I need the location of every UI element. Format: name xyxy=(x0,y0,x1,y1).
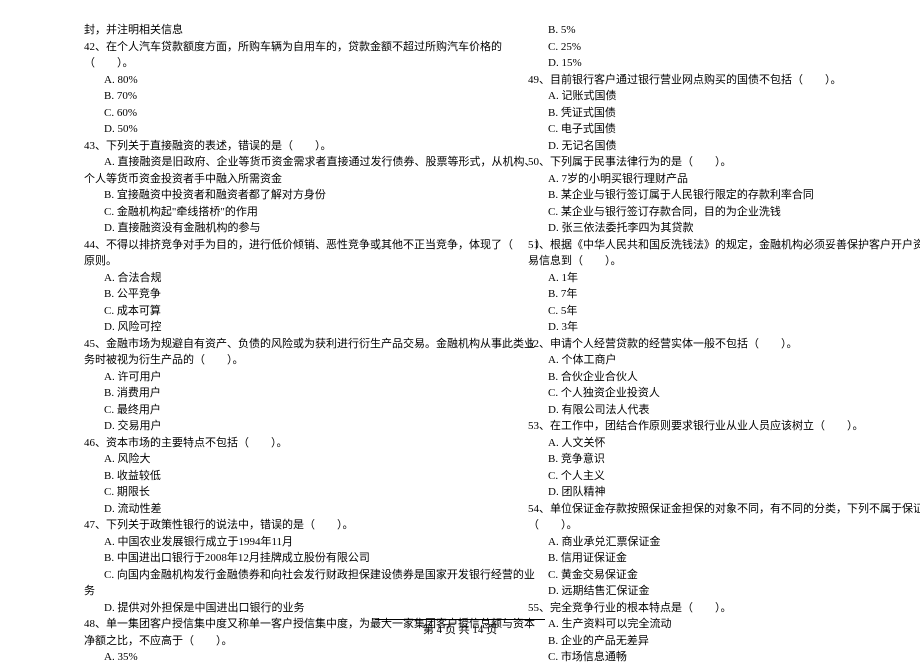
question-43: 43、下列关于直接融资的表述，错误的是（ ）。 xyxy=(28,138,448,155)
option: A. 人文关怀 xyxy=(472,435,892,452)
option: B. 合伙企业合伙人 xyxy=(472,369,892,386)
option: D. 3年 xyxy=(472,319,892,336)
option: C. 成本可算 xyxy=(28,303,448,320)
option: B. 信用证保证金 xyxy=(472,550,892,567)
question-55: 55、完全竞争行业的根本特点是（ ）。 xyxy=(472,600,892,617)
option: C. 黄金交易保证金 xyxy=(472,567,892,584)
right-column: B. 5% C. 25% D. 15% 49、目前银行客户通过银行营业网点购买的… xyxy=(472,22,892,666)
option: B. 5% xyxy=(472,22,892,39)
option: D. 团队精神 xyxy=(472,484,892,501)
option: D. 远期结售汇保证金 xyxy=(472,583,892,600)
option: B. 某企业与银行签订属于人民银行限定的存款利率合同 xyxy=(472,187,892,204)
option: A. 80% xyxy=(28,72,448,89)
option: C. 5年 xyxy=(472,303,892,320)
option: C. 期限长 xyxy=(28,484,448,501)
question-51-wrap: 易信息到（ ）。 xyxy=(472,253,892,270)
option: A. 记账式国债 xyxy=(472,88,892,105)
option: D. 15% xyxy=(472,55,892,72)
question-49: 49、目前银行客户通过银行营业网点购买的国债不包括（ ）。 xyxy=(472,72,892,89)
option: D. 流动性差 xyxy=(28,501,448,518)
option: D. 50% xyxy=(28,121,448,138)
question-53: 53、在工作中，团结合作原则要求银行业从业人员应该树立（ ）。 xyxy=(472,418,892,435)
option: C. 向国内金融机构发行金融债券和向社会发行财政担保建设债券是国家开发银行经营的… xyxy=(28,567,448,584)
option: D. 直接融资没有金融机构的参与 xyxy=(28,220,448,237)
option: C. 个人独资企业投资人 xyxy=(472,385,892,402)
option: B. 宜接融资中投资者和融资者都了解对方身份 xyxy=(28,187,448,204)
option: D. 风险可控 xyxy=(28,319,448,336)
option: A. 35% xyxy=(28,649,448,666)
question-42-blank: （ ）。 xyxy=(28,55,448,72)
question-54: 54、单位保证金存款按照保证金担保的对象不同，有不同的分类，下列不属于保证金存款… xyxy=(472,501,892,518)
footer-rule xyxy=(375,619,545,620)
option: A. 7岁的小明买银行理财产品 xyxy=(472,171,892,188)
option: B. 凭证式国债 xyxy=(472,105,892,122)
option: A. 合法合规 xyxy=(28,270,448,287)
option: C. 电子式国债 xyxy=(472,121,892,138)
question-46: 46、资本市场的主要特点不包括（ ）。 xyxy=(28,435,448,452)
option: B. 竞争意识 xyxy=(472,451,892,468)
option: D. 提供对外担保是中国进出口银行的业务 xyxy=(28,600,448,617)
question-54-wrap: （ ）。 xyxy=(472,517,892,534)
option: C. 最终用户 xyxy=(28,402,448,419)
option: A. 个体工商户 xyxy=(472,352,892,369)
option: B. 收益较低 xyxy=(28,468,448,485)
question-51: 51、根据《中华人民共和国反洗钱法》的规定，金融机构必须妥善保护客户开户资料及客… xyxy=(472,237,892,254)
option: C. 个人主义 xyxy=(472,468,892,485)
option: B. 70% xyxy=(28,88,448,105)
option: C. 金融机构起"牵线搭桥"的作用 xyxy=(28,204,448,221)
option: A. 中国农业发展银行成立于1994年11月 xyxy=(28,534,448,551)
question-52: 52、申请个人经营贷款的经营实体一般不包括（ ）。 xyxy=(472,336,892,353)
option: B. 消费用户 xyxy=(28,385,448,402)
option: A. 风险大 xyxy=(28,451,448,468)
option: C. 25% xyxy=(472,39,892,56)
question-44-wrap: 原则。 xyxy=(28,253,448,270)
question-45: 45、金融市场为规避自有资产、负债的风险或为获利进行衍生产品交易。金融机构从事此… xyxy=(28,336,448,353)
question-42: 42、在个人汽车贷款额度方面，所购车辆为自用车的，贷款金额不超过所购汽车价格的 xyxy=(28,39,448,56)
left-column: 封，并注明相关信息 42、在个人汽车贷款额度方面，所购车辆为自用车的，贷款金额不… xyxy=(28,22,448,666)
question-45-wrap: 务时被视为衍生产品的（ ）。 xyxy=(28,352,448,369)
option: A. 许可用户 xyxy=(28,369,448,386)
option-wrap: 个人等货币资金投资者手中融入所需资金 xyxy=(28,171,448,188)
option: A. 1年 xyxy=(472,270,892,287)
option-wrap: 务 xyxy=(28,583,448,600)
page-number: 第 4 页 共 14 页 xyxy=(423,624,497,636)
option: C. 某企业与银行签订存款合同，目的为企业洗钱 xyxy=(472,204,892,221)
continuation-text: 封，并注明相关信息 xyxy=(28,22,448,39)
page-footer: 第 4 页 共 14 页 xyxy=(0,619,920,639)
option: D. 张三依法委托李四为其贷款 xyxy=(472,220,892,237)
option: C. 60% xyxy=(28,105,448,122)
option: D. 交易用户 xyxy=(28,418,448,435)
question-44: 44、不得以排挤竞争对手为目的，进行低价倾销、恶性竞争或其他不正当竞争，体现了（… xyxy=(28,237,448,254)
option: D. 有限公司法人代表 xyxy=(472,402,892,419)
option: D. 无记名国债 xyxy=(472,138,892,155)
page-body: 封，并注明相关信息 42、在个人汽车贷款额度方面，所购车辆为自用车的，贷款金额不… xyxy=(0,0,920,666)
question-47: 47、下列关于政策性银行的说法中，错误的是（ ）。 xyxy=(28,517,448,534)
option: A. 商业承兑汇票保证金 xyxy=(472,534,892,551)
option: A. 直接融资是旧政府、企业等货币资金需求者直接通过发行债券、股票等形式，从机构… xyxy=(28,154,448,171)
option: B. 公平竞争 xyxy=(28,286,448,303)
option: B. 中国进出口银行于2008年12月挂牌成立股份有限公司 xyxy=(28,550,448,567)
option: B. 7年 xyxy=(472,286,892,303)
question-50: 50、下列属于民事法律行为的是（ ）。 xyxy=(472,154,892,171)
option: C. 市场信息通畅 xyxy=(472,649,892,666)
